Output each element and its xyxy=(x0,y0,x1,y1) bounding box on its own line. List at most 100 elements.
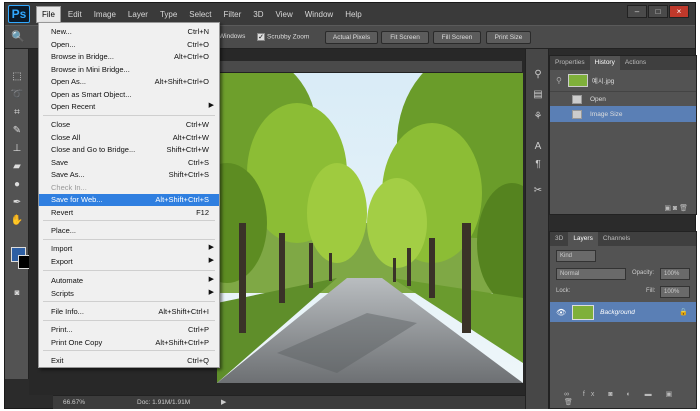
minimize-button[interactable]: – xyxy=(627,5,647,18)
actual-pixels-button[interactable]: Actual Pixels xyxy=(325,31,378,44)
scrubby-zoom-label: Scrubby Zoom xyxy=(267,33,310,41)
print-size-button[interactable]: Print Size xyxy=(486,31,531,44)
scrubby-zoom-checkbox[interactable]: ✓ xyxy=(257,33,265,41)
menu-file[interactable]: File xyxy=(36,5,61,23)
menu-view[interactable]: View xyxy=(271,7,298,22)
close-window-button[interactable]: × xyxy=(669,5,689,18)
layer-name: Background xyxy=(600,308,635,316)
tab-actions[interactable]: Actions xyxy=(620,56,651,70)
lock-label: Lock: xyxy=(556,288,571,294)
menu-select[interactable]: Select xyxy=(184,7,216,22)
crop-tool-icon[interactable]: ⌗ xyxy=(9,105,25,119)
menu-3d[interactable]: 3D xyxy=(248,7,268,22)
paragraph-panel-icon[interactable]: ¶ xyxy=(531,157,545,171)
menu-separator xyxy=(43,220,215,221)
menu-browse-mini-bridge[interactable]: Browse in Mini Bridge... xyxy=(39,64,219,76)
menu-help[interactable]: Help xyxy=(340,7,366,22)
menu-export[interactable]: Export ▶ xyxy=(39,256,219,268)
history-state-label: Open xyxy=(590,96,606,103)
zoom-tool-icon[interactable]: 🔍 xyxy=(11,30,25,43)
menu-edit[interactable]: Edit xyxy=(63,7,87,22)
menu-close[interactable]: Close Ctrl+W xyxy=(39,119,219,131)
layer-lock-icon: 🔒 xyxy=(679,309,688,316)
document-image[interactable] xyxy=(217,73,523,383)
submenu-arrow-icon: ▶ xyxy=(208,276,214,283)
snapshot-thumbnail xyxy=(567,73,588,87)
layer-filter-kind[interactable]: Kind xyxy=(556,250,596,262)
tab-3d[interactable]: 3D xyxy=(550,232,568,246)
history-panel: Properties History Actions ⚲ 예시.jpg Open… xyxy=(549,55,697,215)
tab-history[interactable]: History xyxy=(589,56,620,70)
menu-print-one-copy[interactable]: Print One Copy Alt+Shift+Ctrl+P xyxy=(39,337,219,349)
clone-source-icon[interactable]: ⚘ xyxy=(531,109,545,123)
fit-screen-button[interactable]: Fit Screen xyxy=(381,31,429,44)
menu-exit[interactable]: Exit Ctrl+Q xyxy=(39,355,219,367)
menu-automate[interactable]: Automate ▶ xyxy=(39,275,219,287)
snapshot-name: 예시.jpg xyxy=(591,78,615,85)
menu-new[interactable]: New... Ctrl+N xyxy=(39,26,219,38)
stamp-tool-icon[interactable]: ⊥ xyxy=(9,141,25,155)
menu-print[interactable]: Print... Ctrl+P xyxy=(39,324,219,336)
menu-revert[interactable]: Revert F12 xyxy=(39,207,219,219)
layer-actions-icons[interactable]: ∞ fx ◙ ◐ ▬ ▣ 🗑 xyxy=(564,390,696,406)
menu-window[interactable]: Window xyxy=(300,7,338,22)
history-snapshot[interactable]: ⚲ 예시.jpg xyxy=(550,72,696,88)
fill-label: Fill: xyxy=(646,288,656,294)
eraser-tool-icon[interactable]: ▰ xyxy=(9,159,25,173)
lasso-tool-icon[interactable]: ➰ xyxy=(9,87,25,101)
layer-visibility-eye-icon[interactable]: 👁 xyxy=(556,308,566,317)
menu-close-all[interactable]: Close All Alt+Ctrl+W xyxy=(39,132,219,144)
menu-import[interactable]: Import ▶ xyxy=(39,243,219,255)
tab-layers[interactable]: Layers xyxy=(568,232,598,246)
tab-properties[interactable]: Properties xyxy=(550,56,590,70)
menu-image[interactable]: Image xyxy=(89,7,121,22)
hand-tool-icon[interactable]: ✋ xyxy=(9,213,25,227)
menu-layer[interactable]: Layer xyxy=(123,7,153,22)
history-state-image-size[interactable]: Image Size xyxy=(550,106,696,122)
character-panel-icon[interactable]: A xyxy=(531,139,545,153)
tool-presets-icon[interactable]: ✂ xyxy=(531,183,545,197)
scrubby-zoom-option[interactable]: ✓ Scrubby Zoom xyxy=(257,33,309,41)
tools-panel: ⬚ ➰ ⌗ ✎ ⊥ ▰ ● ✒ ✋ ◙ xyxy=(5,49,32,379)
eyedropper-tool-icon[interactable]: ✎ xyxy=(9,123,25,137)
menu-open-recent[interactable]: Open Recent ▶ xyxy=(39,101,219,113)
panel-dock: ⚲ ▤ ⚘ A ¶ ✂ xyxy=(525,49,549,409)
layer-row-background[interactable]: 👁 Background 🔒 xyxy=(550,302,696,322)
menu-scripts[interactable]: Scripts ▶ xyxy=(39,288,219,300)
menu-save-as[interactable]: Save As... Shift+Ctrl+S xyxy=(39,169,219,181)
menu-place[interactable]: Place... xyxy=(39,225,219,237)
menu-separator xyxy=(43,270,215,271)
menu-save-for-web[interactable]: Save for Web... Alt+Shift+Ctrl+S xyxy=(39,194,219,206)
opacity-field[interactable]: 100% xyxy=(660,268,690,280)
opacity-label: Opacity: xyxy=(632,270,655,276)
zoom-level[interactable]: 66.67% xyxy=(63,399,85,406)
menu-separator xyxy=(43,239,215,240)
menu-browse-bridge[interactable]: Browse in Bridge... Alt+Ctrl+O xyxy=(39,51,219,63)
tab-channels[interactable]: Channels xyxy=(598,232,635,246)
menu-open[interactable]: Open... Ctrl+O xyxy=(39,39,219,51)
history-state-open[interactable]: Open xyxy=(550,91,696,107)
menu-file-info[interactable]: File Info... Alt+Shift+Ctrl+I xyxy=(39,306,219,318)
menu-open-as[interactable]: Open As... Alt+Shift+Ctrl+O xyxy=(39,76,219,88)
history-actions-icons[interactable]: ▣ ◙ 🗑 xyxy=(664,204,688,212)
marquee-tool-icon[interactable]: ⬚ xyxy=(9,69,25,83)
blur-tool-icon[interactable]: ● xyxy=(9,177,25,191)
menu-separator xyxy=(43,115,215,116)
blend-mode-select[interactable]: Normal xyxy=(556,268,626,280)
pen-tool-icon[interactable]: ✒ xyxy=(9,195,25,209)
fill-field[interactable]: 100% xyxy=(660,286,690,298)
maximize-button[interactable]: □ xyxy=(648,5,668,18)
status-arrow-icon[interactable]: ▶ xyxy=(221,398,226,406)
brush-panel-icon[interactable]: ▤ xyxy=(531,87,545,101)
menu-save[interactable]: Save Ctrl+S xyxy=(39,157,219,169)
submenu-arrow-icon: ▶ xyxy=(208,244,214,251)
menu-filter[interactable]: Filter xyxy=(219,7,247,22)
brush-preset-icon[interactable]: ⚲ xyxy=(531,67,545,81)
quick-mask-icon[interactable]: ◙ xyxy=(9,285,25,299)
horizontal-ruler xyxy=(217,61,522,73)
fill-screen-button[interactable]: Fill Screen xyxy=(433,31,481,44)
menu-open-smart-object[interactable]: Open as Smart Object... xyxy=(39,89,219,101)
menu-close-go-bridge[interactable]: Close and Go to Bridge... Shift+Ctrl+W xyxy=(39,144,219,156)
menu-separator xyxy=(43,320,215,321)
menu-type[interactable]: Type xyxy=(155,7,182,22)
